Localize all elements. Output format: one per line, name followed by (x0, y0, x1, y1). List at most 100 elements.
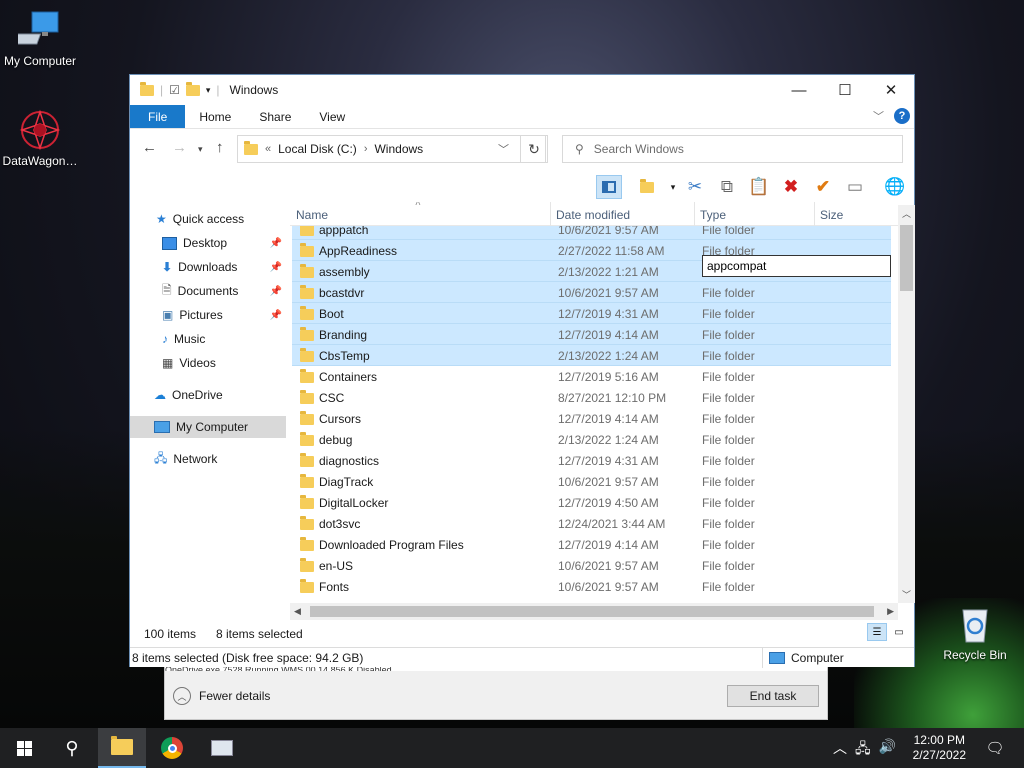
tab-file[interactable]: File (130, 105, 186, 128)
address-dropdown-icon[interactable]: ﹀ (498, 141, 509, 157)
pin-icon[interactable]: 📌 (270, 262, 282, 273)
chevron-right-icon[interactable]: › (364, 143, 368, 155)
breadcrumb-windows[interactable]: Windows (374, 142, 423, 156)
nav-item-quick-access[interactable]: ★ Quick access (156, 208, 286, 230)
network-icon[interactable]: 🖧 (855, 738, 871, 762)
minimize-button[interactable]: — (776, 75, 822, 105)
volume-icon[interactable]: 🔊 (879, 738, 896, 762)
tab-home[interactable]: Home (185, 105, 245, 128)
nav-item-downloads[interactable]: ⬇ Downloads 📌 (162, 256, 286, 278)
column-header-name[interactable]: Name (296, 208, 328, 222)
file-row[interactable]: DiagTrack 10/6/2021 9:57 AM File folder (292, 471, 891, 492)
rename-icon[interactable]: ✔ (810, 175, 836, 199)
column-header-size[interactable]: Size (820, 208, 843, 222)
taskbar-task-manager[interactable] (198, 728, 246, 768)
scroll-left-icon[interactable]: ◀ (294, 606, 301, 617)
pin-icon[interactable]: 📌 (270, 310, 282, 321)
nav-item-pictures[interactable]: ▣ Pictures 📌 (162, 304, 286, 326)
back-arrow-icon[interactable]: ← (142, 139, 157, 156)
desktop-icon-my-computer[interactable]: My Computer (0, 8, 80, 68)
file-row[interactable]: Containers 12/7/2019 5:16 AM File folder (292, 366, 891, 387)
file-type: File folder (702, 580, 755, 594)
horizontal-scroll-thumb[interactable] (310, 606, 874, 617)
tab-share[interactable]: Share (245, 105, 305, 128)
delete-icon[interactable]: ✖ (778, 175, 804, 199)
file-row[interactable]: bcastdvr 10/6/2021 9:57 AM File folder (292, 282, 891, 303)
file-row[interactable]: Downloaded Program Files 12/7/2019 4:14 A… (292, 534, 891, 555)
pin-icon[interactable]: 📌 (270, 286, 282, 297)
globe-icon[interactable]: 🌐 (882, 175, 908, 199)
file-row[interactable]: debug 2/13/2022 1:24 AM File folder (292, 429, 891, 450)
large-icons-view-button[interactable]: ▭ (889, 623, 909, 641)
forward-arrow-icon[interactable]: → (172, 139, 187, 156)
vertical-scroll-thumb[interactable] (900, 225, 913, 291)
column-header-type[interactable]: Type (700, 208, 726, 222)
maximize-button[interactable]: ☐ (822, 75, 868, 105)
customize-qat-icon[interactable]: ▾ (206, 85, 211, 96)
desktop-icon-recycle-bin[interactable]: Recycle Bin (935, 602, 1015, 662)
nav-item-my-computer[interactable]: My Computer (130, 416, 286, 438)
rename-field[interactable] (702, 255, 891, 277)
search-icon[interactable]: ⚲ (48, 728, 96, 768)
nav-label: Quick access (172, 212, 245, 226)
file-row[interactable]: Branding 12/7/2019 4:14 AM File folder (292, 324, 891, 345)
file-row[interactable]: dot3svc 12/24/2021 3:44 AM File folder (292, 513, 891, 534)
scroll-right-icon[interactable]: ▶ (887, 606, 894, 617)
search-input[interactable]: ⚲ Search Windows (562, 135, 903, 163)
taskbar-clock[interactable]: 12:00 PM 2/27/2022 (913, 733, 966, 763)
expand-ribbon-icon[interactable]: ﹀ (873, 108, 884, 124)
address-bar[interactable]: « Local Disk (C:) › Windows ﹀ (237, 135, 546, 163)
nav-item-network[interactable]: 🖧 Network (154, 448, 286, 470)
scroll-up-icon[interactable]: ︿ (902, 207, 911, 220)
address-overflow[interactable]: « (265, 143, 271, 155)
properties-icon[interactable]: ☑ (169, 83, 180, 97)
nav-item-desktop[interactable]: Desktop 📌 (162, 232, 286, 254)
column-header-date[interactable]: Date modified (556, 208, 630, 222)
start-button[interactable] (0, 728, 48, 768)
file-row[interactable]: CbsTemp 2/13/2022 1:24 AM File folder (292, 345, 891, 366)
notification-icon[interactable]: 🗨 (980, 728, 1010, 768)
file-row[interactable]: CSC 8/27/2021 12:10 PM File folder (292, 387, 891, 408)
desktop-icon-datawagon[interactable]: DataWagon… (0, 108, 80, 168)
fewer-details-label: Fewer details (199, 689, 271, 703)
nav-item-documents[interactable]: 🗎 Documents 📌 (162, 280, 286, 302)
file-row[interactable]: Fonts 10/6/2021 9:57 AM File folder (292, 576, 891, 597)
pin-icon[interactable]: 📌 (270, 238, 282, 249)
tab-view[interactable]: View (305, 105, 359, 128)
file-row[interactable]: DigitalLocker 12/7/2019 4:50 AM File folde… (292, 492, 891, 513)
recent-locations-icon[interactable]: ▾ (198, 144, 203, 155)
up-arrow-icon[interactable]: ↑ (216, 139, 224, 156)
taskbar-file-explorer[interactable] (98, 728, 146, 768)
file-row[interactable]: Boot 12/7/2019 4:31 AM File folder (292, 303, 891, 324)
nav-item-videos[interactable]: ▦ Videos (162, 352, 286, 374)
vertical-scrollbar[interactable]: ︿ ﹀ (898, 205, 915, 603)
help-icon[interactable]: ? (894, 108, 910, 124)
refresh-button[interactable]: ↻ (520, 135, 548, 163)
scroll-down-icon[interactable]: ﹀ (902, 588, 911, 601)
picture-icon: ▣ (162, 308, 174, 322)
end-task-button[interactable]: End task (727, 685, 819, 707)
horizontal-scrollbar[interactable]: ◀ ▶ (290, 603, 898, 620)
breadcrumb-local-disk[interactable]: Local Disk (C:) (278, 142, 357, 156)
search-icon: ⚲ (575, 142, 584, 156)
nav-item-music[interactable]: ♪ Music (162, 328, 286, 350)
new-item-icon[interactable] (634, 175, 660, 199)
preview-pane-icon[interactable] (596, 175, 622, 199)
properties-icon[interactable]: ▭ (842, 175, 868, 199)
file-type: File folder (702, 517, 755, 531)
file-type: File folder (702, 370, 755, 384)
details-view-button[interactable]: ☰ (867, 623, 887, 641)
file-row[interactable]: Cursors 12/7/2019 4:14 AM File folder (292, 408, 891, 429)
system-tray: ︿ 🖧 🔊 (833, 738, 896, 762)
chevron-up-icon[interactable]: ︿ (833, 738, 847, 762)
nav-item-onedrive[interactable]: ☁ OneDrive (154, 384, 286, 406)
copy-icon[interactable]: ⧉ (714, 175, 740, 199)
fewer-details-toggle[interactable]: ︿ Fewer details (173, 687, 270, 705)
new-folder-icon[interactable] (185, 81, 200, 96)
close-button[interactable]: ✕ (868, 75, 914, 105)
cut-icon[interactable]: ✂ (682, 175, 708, 199)
file-row[interactable]: diagnostics 12/7/2019 4:31 AM File folder (292, 450, 891, 471)
file-row[interactable]: en-US 10/6/2021 9:57 AM File folder (292, 555, 891, 576)
taskbar-chrome[interactable] (148, 728, 196, 768)
paste-icon[interactable]: 📋 (746, 175, 772, 199)
